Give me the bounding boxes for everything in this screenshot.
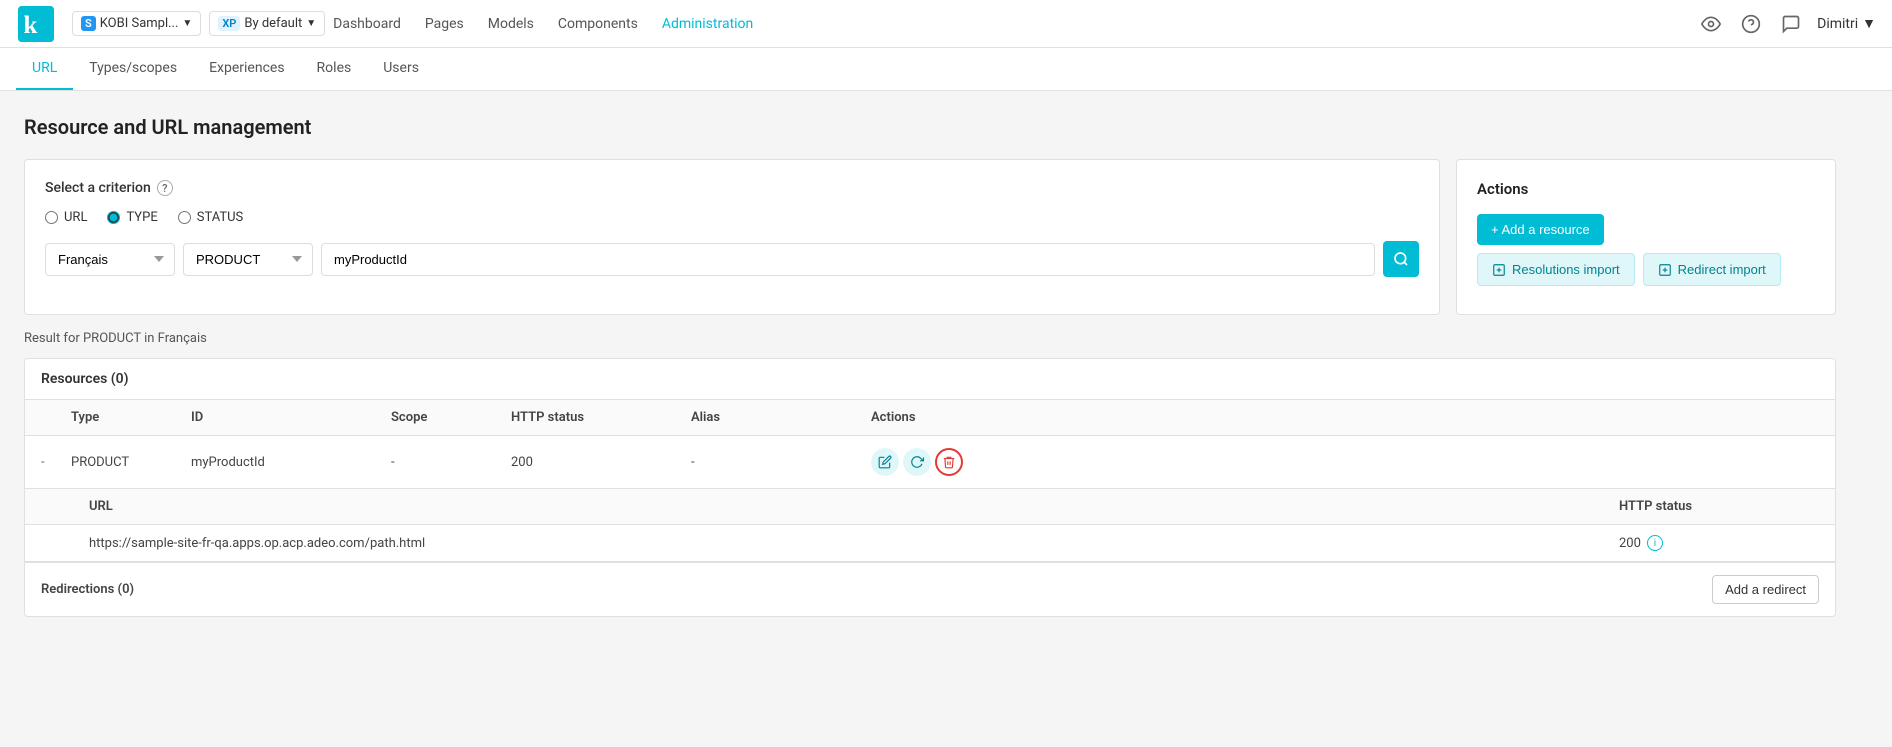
radio-status[interactable]: STATUS <box>178 210 244 225</box>
col-type-header: Type <box>71 410 191 425</box>
radio-status-label: STATUS <box>197 210 244 225</box>
main-content: Resource and URL management Select a cri… <box>0 91 1860 641</box>
col-id-header: ID <box>191 410 391 425</box>
row-alias: - <box>691 455 871 470</box>
top-navigation: k S KOBI Sampl... ▼ XP By default ▼ Dash… <box>0 0 1892 48</box>
edit-icon-button[interactable] <box>871 448 899 476</box>
resolutions-import-label: Resolutions import <box>1512 262 1620 277</box>
col-alias-header: Alias <box>691 410 871 425</box>
row-type: PRODUCT <box>71 455 191 470</box>
url-http-status-value: 200 i <box>1619 535 1819 551</box>
user-menu[interactable]: Dimitri ▼ <box>1817 15 1876 32</box>
search-button[interactable] <box>1383 241 1419 277</box>
redirect-import-label: Redirect import <box>1678 262 1766 277</box>
redirections-row: Redirections (0) Add a redirect <box>25 562 1835 616</box>
url-sub-table-row: https://sample-site-fr-qa.apps.op.acp.ad… <box>25 525 1835 562</box>
table-header: Type ID Scope HTTP status Alias Actions <box>25 400 1835 436</box>
nav-dashboard[interactable]: Dashboard <box>333 12 401 36</box>
radio-type[interactable]: TYPE <box>107 210 157 225</box>
xp-selector[interactable]: XP By default ▼ <box>209 11 325 36</box>
criterion-panel: Select a criterion ? URL TYPE STATUS <box>24 159 1440 315</box>
xp-badge: XP <box>218 16 240 31</box>
language-select[interactable]: Français English <box>45 243 175 276</box>
nav-pages[interactable]: Pages <box>425 12 464 36</box>
search-input[interactable] <box>321 243 1375 276</box>
chat-icon-button[interactable] <box>1777 10 1805 38</box>
url-col-header: URL <box>89 499 1619 514</box>
add-resource-label: + Add a resource <box>1491 222 1590 237</box>
row-scope: - <box>391 455 511 470</box>
actions-title: Actions <box>1477 180 1815 198</box>
result-card: Resources (0) Type ID Scope HTTP status … <box>24 358 1836 617</box>
type-select[interactable]: PRODUCT PAGE CATEGORY <box>183 243 313 276</box>
col-actions-header: Actions <box>871 410 991 425</box>
svg-text:k: k <box>23 12 37 39</box>
help-criterion-icon[interactable]: ? <box>157 180 173 196</box>
user-chevron-icon: ▼ <box>1862 15 1876 32</box>
resolutions-import-button[interactable]: Resolutions import <box>1477 253 1635 286</box>
xp-chevron-icon: ▼ <box>306 18 316 29</box>
result-label: Result for PRODUCT in Français <box>24 331 1836 346</box>
url-info-icon[interactable]: i <box>1647 535 1663 551</box>
sub-navigation: URL Types/scopes Experiences Roles Users <box>0 48 1892 91</box>
row-expand[interactable]: - <box>41 455 71 470</box>
radio-group: URL TYPE STATUS <box>45 210 1419 225</box>
view-icon-button[interactable] <box>1697 10 1725 38</box>
nav-center: S KOBI Sampl... ▼ XP By default ▼ Dashbo… <box>72 11 1681 36</box>
refresh-icon-button[interactable] <box>903 448 931 476</box>
panels-row: Select a criterion ? URL TYPE STATUS <box>24 159 1836 315</box>
radio-url-label: URL <box>64 210 87 225</box>
logo: k <box>16 4 56 44</box>
nav-models[interactable]: Models <box>488 12 534 36</box>
import-actions-row: Resolutions import Redirect import <box>1477 253 1815 294</box>
subnav-url[interactable]: URL <box>16 48 73 90</box>
site-chevron-icon: ▼ <box>182 18 192 29</box>
redirect-import-button[interactable]: Redirect import <box>1643 253 1781 286</box>
site-label: KOBI Sampl... <box>100 16 179 31</box>
site-selector[interactable]: S KOBI Sampl... ▼ <box>72 11 201 36</box>
site-badge: S <box>81 16 96 31</box>
row-http-status: 200 <box>511 455 691 470</box>
add-resource-button[interactable]: + Add a resource <box>1477 214 1604 245</box>
xp-label: By default <box>244 16 302 31</box>
help-icon-button[interactable] <box>1737 10 1765 38</box>
nav-administration[interactable]: Administration <box>662 12 753 36</box>
page-title: Resource and URL management <box>24 115 1836 139</box>
row-id: myProductId <box>191 455 391 470</box>
radio-url[interactable]: URL <box>45 210 87 225</box>
col-scope-header: Scope <box>391 410 511 425</box>
filter-row: Français English PRODUCT PAGE CATEGORY <box>45 241 1419 277</box>
criterion-label: Select a criterion ? <box>45 180 1419 196</box>
col-http-status-header: HTTP status <box>511 410 691 425</box>
url-http-status-col-header: HTTP status <box>1619 499 1819 514</box>
redirections-label: Redirections (0) <box>41 582 134 597</box>
table-row: - PRODUCT myProductId - 200 - <box>25 436 1835 489</box>
resources-header: Resources (0) <box>25 359 1835 400</box>
add-redirect-button[interactable]: Add a redirect <box>1712 575 1819 604</box>
url-value: https://sample-site-fr-qa.apps.op.acp.ad… <box>89 536 1619 551</box>
subnav-types-scopes[interactable]: Types/scopes <box>73 48 193 90</box>
subnav-experiences[interactable]: Experiences <box>193 48 300 90</box>
subnav-users[interactable]: Users <box>367 48 435 90</box>
user-label: Dimitri <box>1817 16 1858 32</box>
main-nav-links: Dashboard Pages Models Components Admini… <box>333 12 753 36</box>
top-nav-right: Dimitri ▼ <box>1697 10 1876 38</box>
delete-icon-button[interactable] <box>935 448 963 476</box>
col-expand <box>41 410 71 425</box>
actions-panel: Actions + Add a resource Resolutions imp… <box>1456 159 1836 315</box>
nav-components[interactable]: Components <box>558 12 638 36</box>
row-actions <box>871 448 991 476</box>
subnav-roles[interactable]: Roles <box>301 48 368 90</box>
url-sub-table-header: URL HTTP status <box>25 489 1835 525</box>
radio-type-label: TYPE <box>126 210 157 225</box>
